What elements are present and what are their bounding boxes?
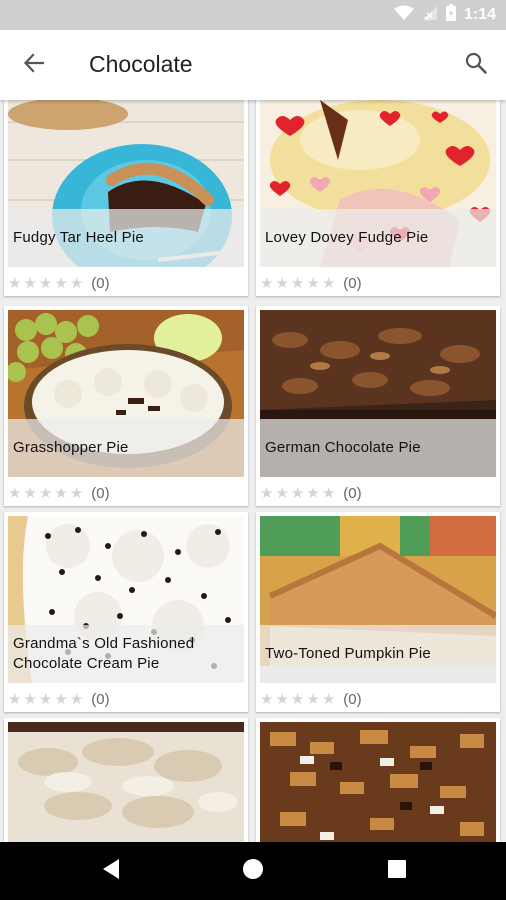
recipe-name: German Chocolate Pie: [265, 439, 421, 456]
recipe-name: Grasshopper Pie: [13, 439, 129, 456]
recipe-rating: ★ ★ ★ ★ ★ (0): [260, 272, 362, 294]
star-icon: ★: [321, 274, 336, 292]
star-icon: ★: [306, 484, 320, 502]
recipe-rating: ★ ★ ★ ★ ★ (0): [8, 688, 110, 710]
recipe-photo: German Chocolate Pie: [260, 310, 496, 477]
star-icon: ★: [321, 484, 336, 502]
back-triangle-icon: [101, 858, 121, 885]
recipe-caption: Two-Toned Pumpkin Pie: [260, 625, 496, 683]
signal-icon: [422, 5, 438, 26]
status-bar: 1:14: [0, 0, 506, 30]
recipe-photo: [8, 722, 244, 842]
star-icon: ★: [54, 274, 68, 292]
star-icon: ★: [54, 690, 68, 708]
recipe-caption: Grandma`s Old Fashioned Chocolate Cream …: [8, 625, 244, 683]
star-icon: ★: [275, 690, 289, 708]
page-title: Chocolate: [89, 51, 193, 77]
recipe-caption: Lovey Dovey Fudge Pie: [260, 209, 496, 267]
recipe-rating: ★ ★ ★ ★ ★ (0): [260, 688, 362, 710]
wifi-icon: [393, 5, 414, 26]
rating-count: (0): [91, 690, 110, 708]
navigation-bar: [0, 842, 506, 900]
star-icon: ★: [290, 690, 305, 708]
star-icon: ★: [260, 274, 274, 292]
star-icon: ★: [8, 484, 22, 502]
star-icon: ★: [69, 274, 84, 292]
nav-home-button[interactable]: [237, 855, 269, 887]
rating-count: (0): [343, 274, 362, 292]
recents-square-icon: [387, 859, 407, 884]
recipe-card[interactable]: Grasshopper Pie ★ ★ ★ ★ ★ (0): [4, 306, 248, 506]
status-icons: 1:14: [393, 0, 496, 30]
recipe-caption: Grasshopper Pie: [8, 419, 244, 477]
recipe-photo: [260, 722, 496, 842]
star-icon: ★: [69, 484, 84, 502]
rating-count: (0): [343, 690, 362, 708]
star-icon: ★: [306, 690, 320, 708]
recipe-photo: Lovey Dovey Fudge Pie: [260, 100, 496, 267]
recipe-card[interactable]: [256, 718, 500, 842]
recipe-rating: ★ ★ ★ ★ ★ (0): [8, 482, 110, 504]
recipe-photo: Two-Toned Pumpkin Pie: [260, 516, 496, 683]
search-button[interactable]: [458, 47, 494, 83]
search-icon: [464, 51, 488, 80]
recipe-card[interactable]: Lovey Dovey Fudge Pie ★ ★ ★ ★ ★ (0): [256, 100, 500, 296]
recipe-name: Fudgy Tar Heel Pie: [13, 229, 144, 246]
recipe-grid[interactable]: Fudgy Tar Heel Pie ★ ★ ★ ★ ★ (0) Lovey D…: [0, 100, 506, 842]
star-icon: ★: [23, 274, 37, 292]
star-icon: ★: [38, 690, 53, 708]
recipe-card[interactable]: Two-Toned Pumpkin Pie ★ ★ ★ ★ ★ (0): [256, 512, 500, 712]
recipe-rating: ★ ★ ★ ★ ★ (0): [260, 482, 362, 504]
recipe-caption: German Chocolate Pie: [260, 419, 496, 477]
recipe-card[interactable]: Fudgy Tar Heel Pie ★ ★ ★ ★ ★ (0): [4, 100, 248, 296]
star-icon: ★: [260, 484, 274, 502]
battery-icon: [445, 4, 456, 26]
rating-count: (0): [91, 484, 110, 502]
recipe-name: Two-Toned Pumpkin Pie: [265, 645, 431, 662]
recipe-card[interactable]: Grandma`s Old Fashioned Chocolate Cream …: [4, 512, 248, 712]
star-icon: ★: [260, 690, 274, 708]
nav-back-button[interactable]: [95, 855, 127, 887]
recipe-caption: Fudgy Tar Heel Pie: [8, 209, 244, 267]
star-icon: ★: [54, 484, 68, 502]
status-time: 1:14: [463, 6, 496, 23]
recipe-photo: Fudgy Tar Heel Pie: [8, 100, 244, 267]
recipe-card[interactable]: German Chocolate Pie ★ ★ ★ ★ ★ (0): [256, 306, 500, 506]
star-icon: ★: [23, 690, 37, 708]
star-icon: ★: [38, 484, 53, 502]
star-icon: ★: [38, 274, 53, 292]
star-icon: ★: [290, 274, 305, 292]
recipe-rating: ★ ★ ★ ★ ★ (0): [8, 272, 110, 294]
star-icon: ★: [306, 274, 320, 292]
recipe-photo: Grasshopper Pie: [8, 310, 244, 477]
star-icon: ★: [23, 484, 37, 502]
rating-count: (0): [343, 484, 362, 502]
star-icon: ★: [275, 484, 289, 502]
nav-recents-button[interactable]: [381, 855, 413, 887]
star-icon: ★: [290, 484, 305, 502]
star-icon: ★: [275, 274, 289, 292]
app-bar: Chocolate: [0, 30, 506, 100]
recipe-name: Grandma`s Old Fashioned Chocolate Cream …: [13, 635, 195, 672]
star-icon: ★: [321, 690, 336, 708]
recipe-name: Lovey Dovey Fudge Pie: [265, 229, 429, 246]
star-icon: ★: [8, 274, 22, 292]
recipe-card[interactable]: [4, 718, 248, 842]
back-button[interactable]: [16, 47, 52, 83]
rating-count: (0): [91, 274, 110, 292]
star-icon: ★: [69, 690, 84, 708]
recipe-photo: Grandma`s Old Fashioned Chocolate Cream …: [8, 516, 244, 683]
star-icon: ★: [8, 690, 22, 708]
arrow-left-icon: [23, 52, 45, 79]
home-circle-icon: [242, 858, 264, 885]
